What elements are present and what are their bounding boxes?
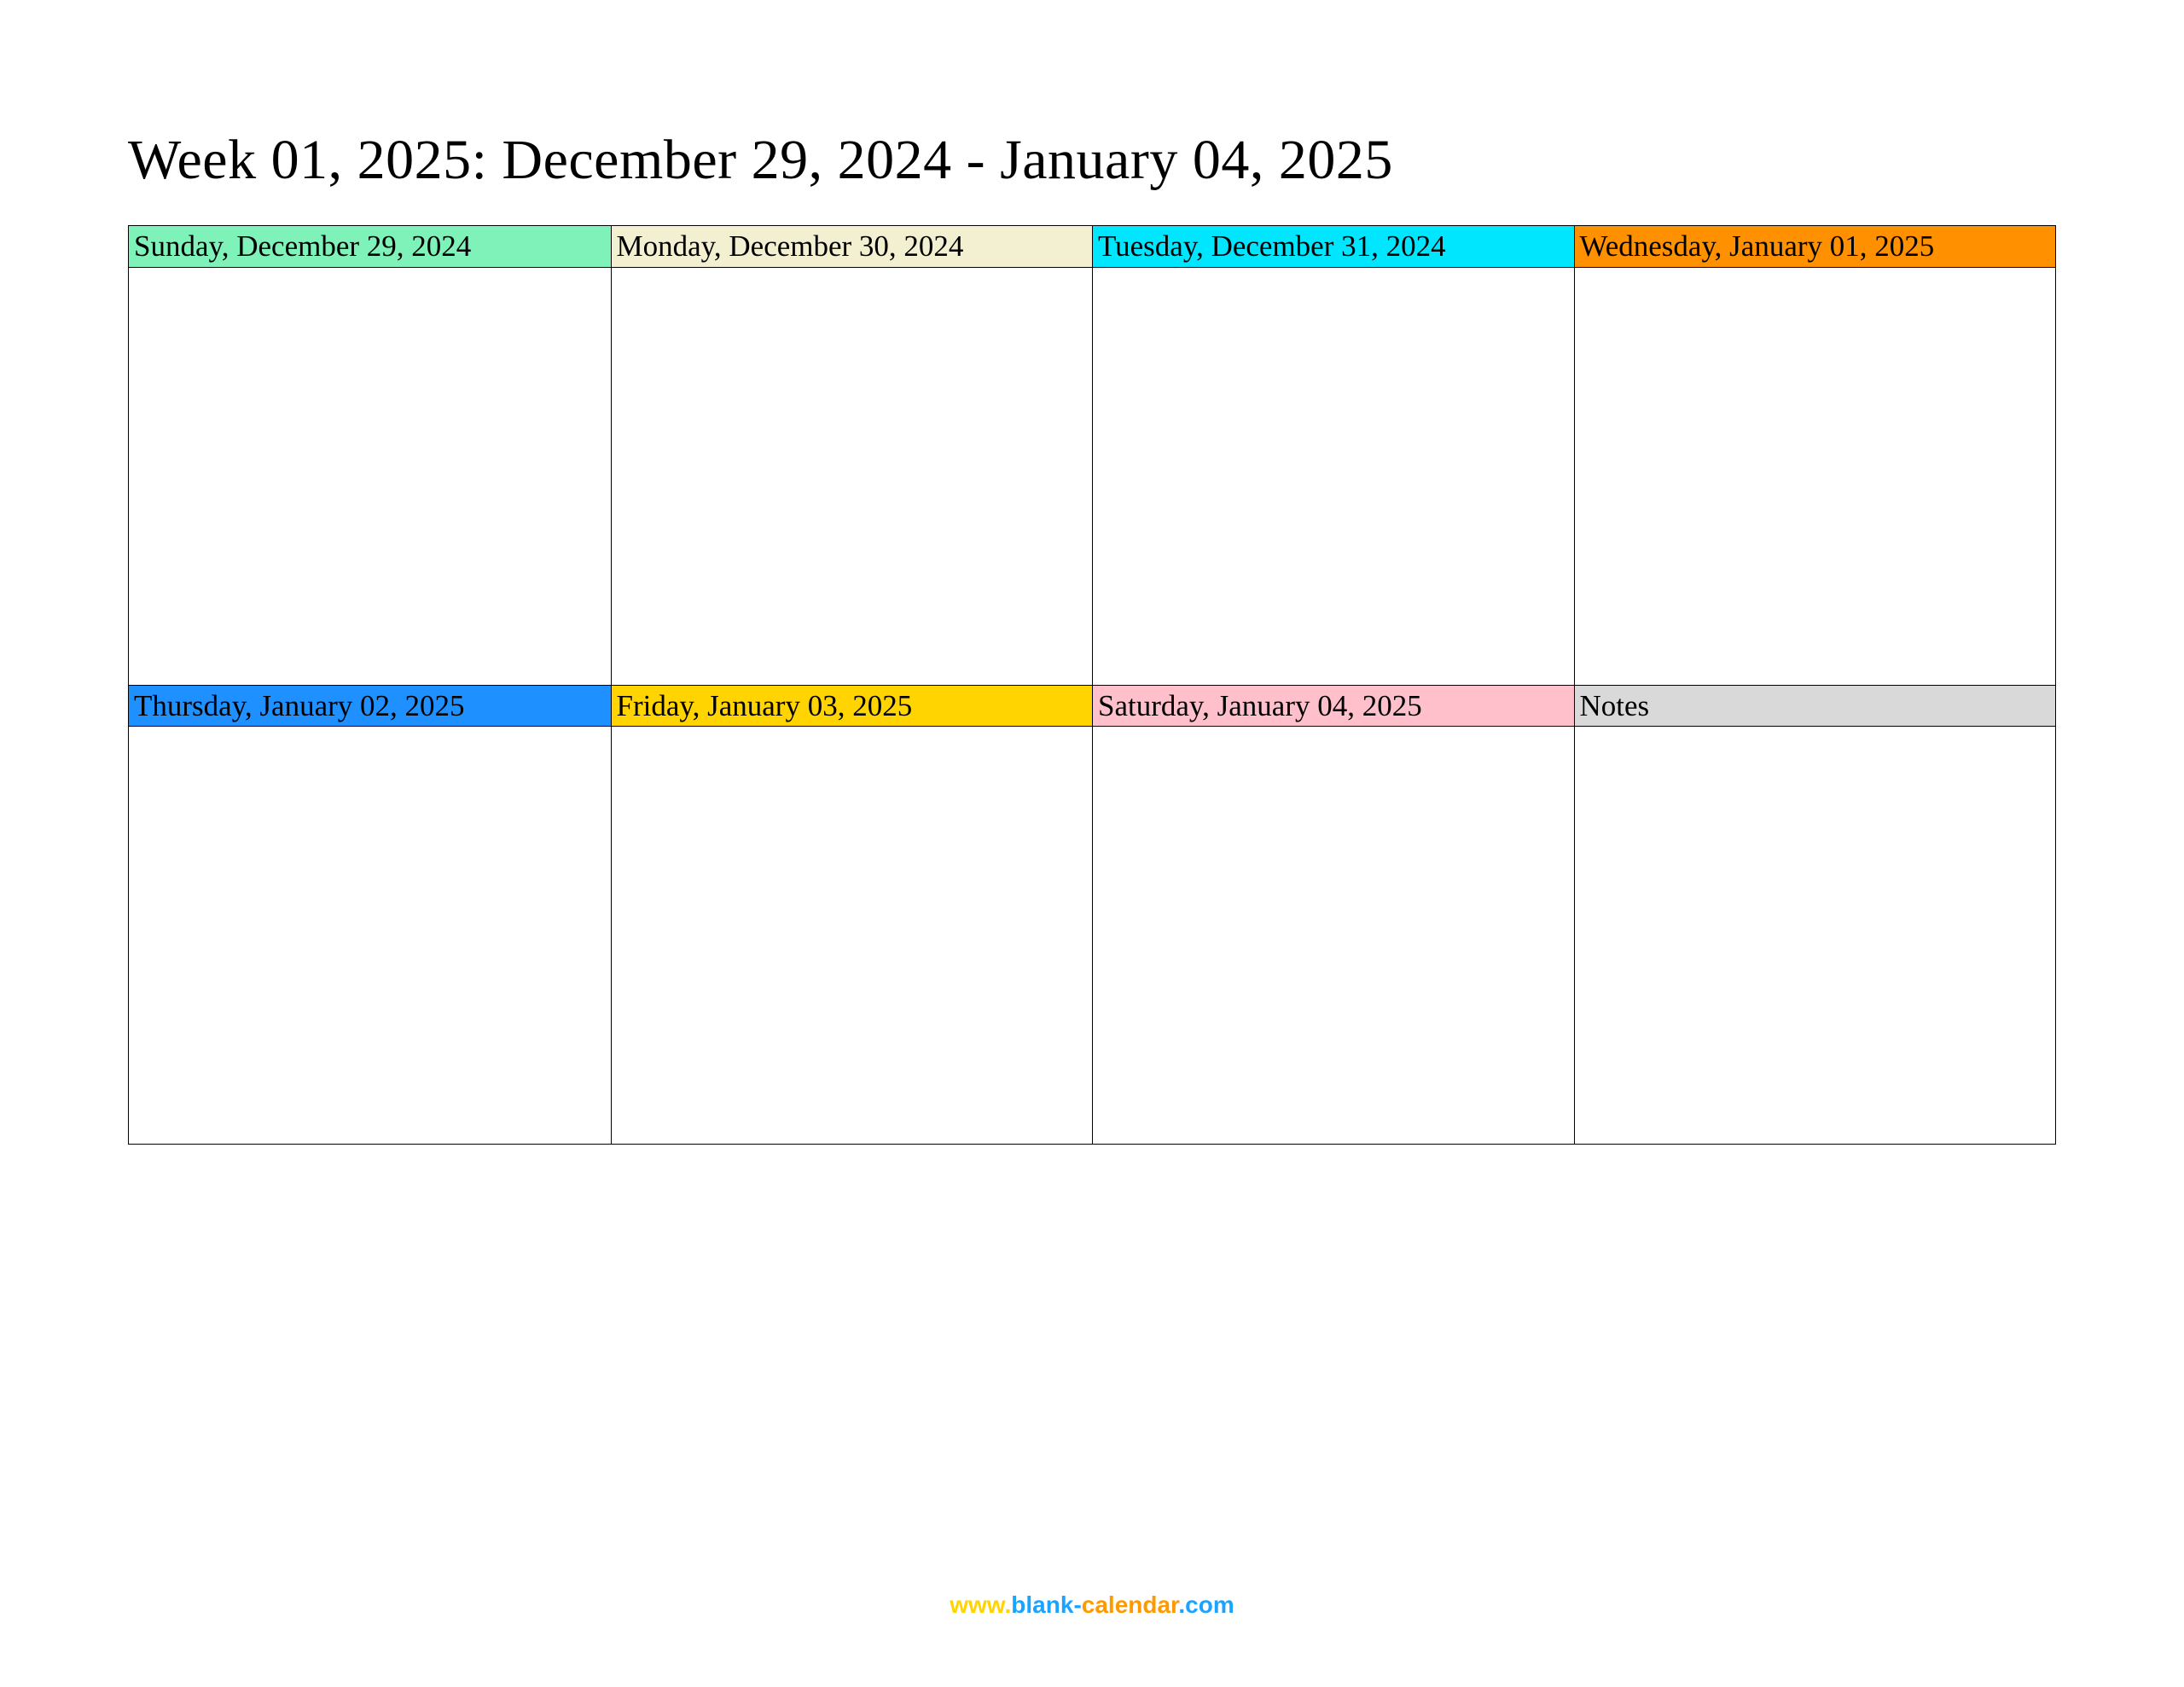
header-wednesday: Wednesday, January 01, 2025 bbox=[1574, 226, 2056, 267]
cell-friday[interactable] bbox=[611, 726, 1093, 1144]
footer-cal: calendar bbox=[1082, 1591, 1179, 1618]
cell-wednesday[interactable] bbox=[1574, 267, 2056, 685]
footer-dash: - bbox=[1073, 1591, 1081, 1618]
header-sunday: Sunday, December 29, 2024 bbox=[129, 226, 611, 267]
header-tuesday: Tuesday, December 31, 2024 bbox=[1092, 226, 1574, 267]
cell-tuesday[interactable] bbox=[1092, 267, 1574, 685]
cell-notes[interactable] bbox=[1574, 726, 2056, 1144]
header-saturday: Saturday, January 04, 2025 bbox=[1092, 685, 1574, 726]
footer-www: www. bbox=[950, 1591, 1011, 1618]
calendar-grid: Sunday, December 29, 2024 Monday, Decemb… bbox=[128, 225, 2056, 1145]
page-title: Week 01, 2025: December 29, 2024 - Janua… bbox=[128, 128, 2056, 193]
header-monday: Monday, December 30, 2024 bbox=[611, 226, 1093, 267]
cell-monday[interactable] bbox=[611, 267, 1093, 685]
header-thursday: Thursday, January 02, 2025 bbox=[129, 685, 611, 726]
cell-thursday[interactable] bbox=[129, 726, 611, 1144]
cell-sunday[interactable] bbox=[129, 267, 611, 685]
header-friday: Friday, January 03, 2025 bbox=[611, 685, 1093, 726]
weekly-calendar-page: Week 01, 2025: December 29, 2024 - Janua… bbox=[0, 0, 2184, 1687]
footer-blank: blank bbox=[1011, 1591, 1073, 1618]
header-notes: Notes bbox=[1574, 685, 2056, 726]
footer-link[interactable]: www.blank-calendar.com bbox=[128, 1591, 2056, 1636]
footer-dotcom: .com bbox=[1178, 1591, 1234, 1618]
cell-saturday[interactable] bbox=[1092, 726, 1574, 1144]
